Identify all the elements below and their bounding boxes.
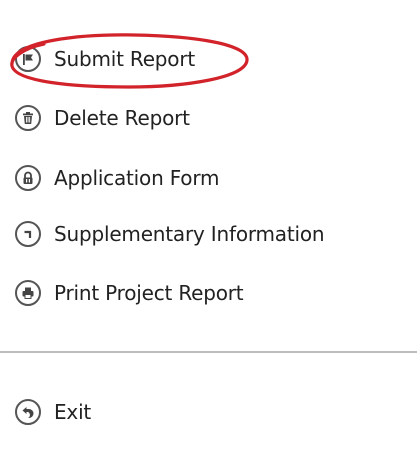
delete-report-button[interactable]: Delete Report [15,102,190,134]
application-form-button[interactable]: Application Form [15,162,219,194]
submit-report-label: Submit Report [54,47,196,71]
supplementary-information-button[interactable]: Supplementary Information [15,218,325,250]
back-arrow-icon [15,399,41,425]
supplementary-information-label: Supplementary Information [54,222,325,246]
lock-icon [15,165,41,191]
flag-icon [15,46,41,72]
trash-icon [15,105,41,131]
print-project-report-label: Print Project Report [54,281,244,305]
print-icon [15,280,41,306]
corner-arrow-icon [15,221,41,247]
menu-divider [0,351,417,353]
exit-label: Exit [54,400,92,424]
report-actions-menu: Submit Report Delete Report Application … [0,0,417,473]
print-project-report-button[interactable]: Print Project Report [15,277,244,309]
application-form-label: Application Form [54,166,220,190]
submit-report-button[interactable]: Submit Report [15,43,195,75]
exit-button[interactable]: Exit [15,396,91,428]
delete-report-label: Delete Report [54,106,190,130]
